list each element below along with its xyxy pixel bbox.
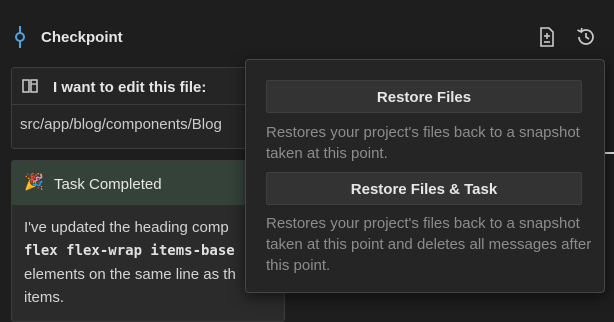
task-header: 🎉 Task Completed — [12, 161, 284, 205]
restore-files-task-button[interactable]: Restore Files & Task — [266, 172, 582, 205]
commit-icon — [12, 26, 28, 48]
edit-file-card: I want to edit this file: src/app/blog/c… — [11, 67, 285, 149]
party-popper-icon: 🎉 — [24, 174, 44, 191]
inline-code: flex flex-wrap items-base — [24, 243, 235, 259]
restore-files-task-description: Restores your project's files back to a … — [266, 215, 592, 274]
checkpoint-title: Checkpoint — [41, 29, 123, 46]
split-view-icon — [22, 79, 38, 98]
edit-file-header: I want to edit this file: — [12, 68, 284, 105]
restore-files-button[interactable]: Restore Files — [266, 80, 582, 113]
restore-popover: Restore Files Restores your project's fi… — [245, 59, 605, 293]
file-compare-icon[interactable] — [536, 26, 558, 48]
task-completed-card: 🎉 Task Completed I've updated the headin… — [11, 160, 285, 322]
divider — [604, 152, 614, 154]
restore-files-description: Restores your project's files back to a … — [266, 124, 580, 162]
history-icon[interactable] — [575, 26, 597, 48]
edit-file-title: I want to edit this file: — [53, 79, 207, 96]
task-title: Task Completed — [54, 176, 162, 193]
file-path[interactable]: src/app/blog/components/Blog — [20, 116, 222, 133]
